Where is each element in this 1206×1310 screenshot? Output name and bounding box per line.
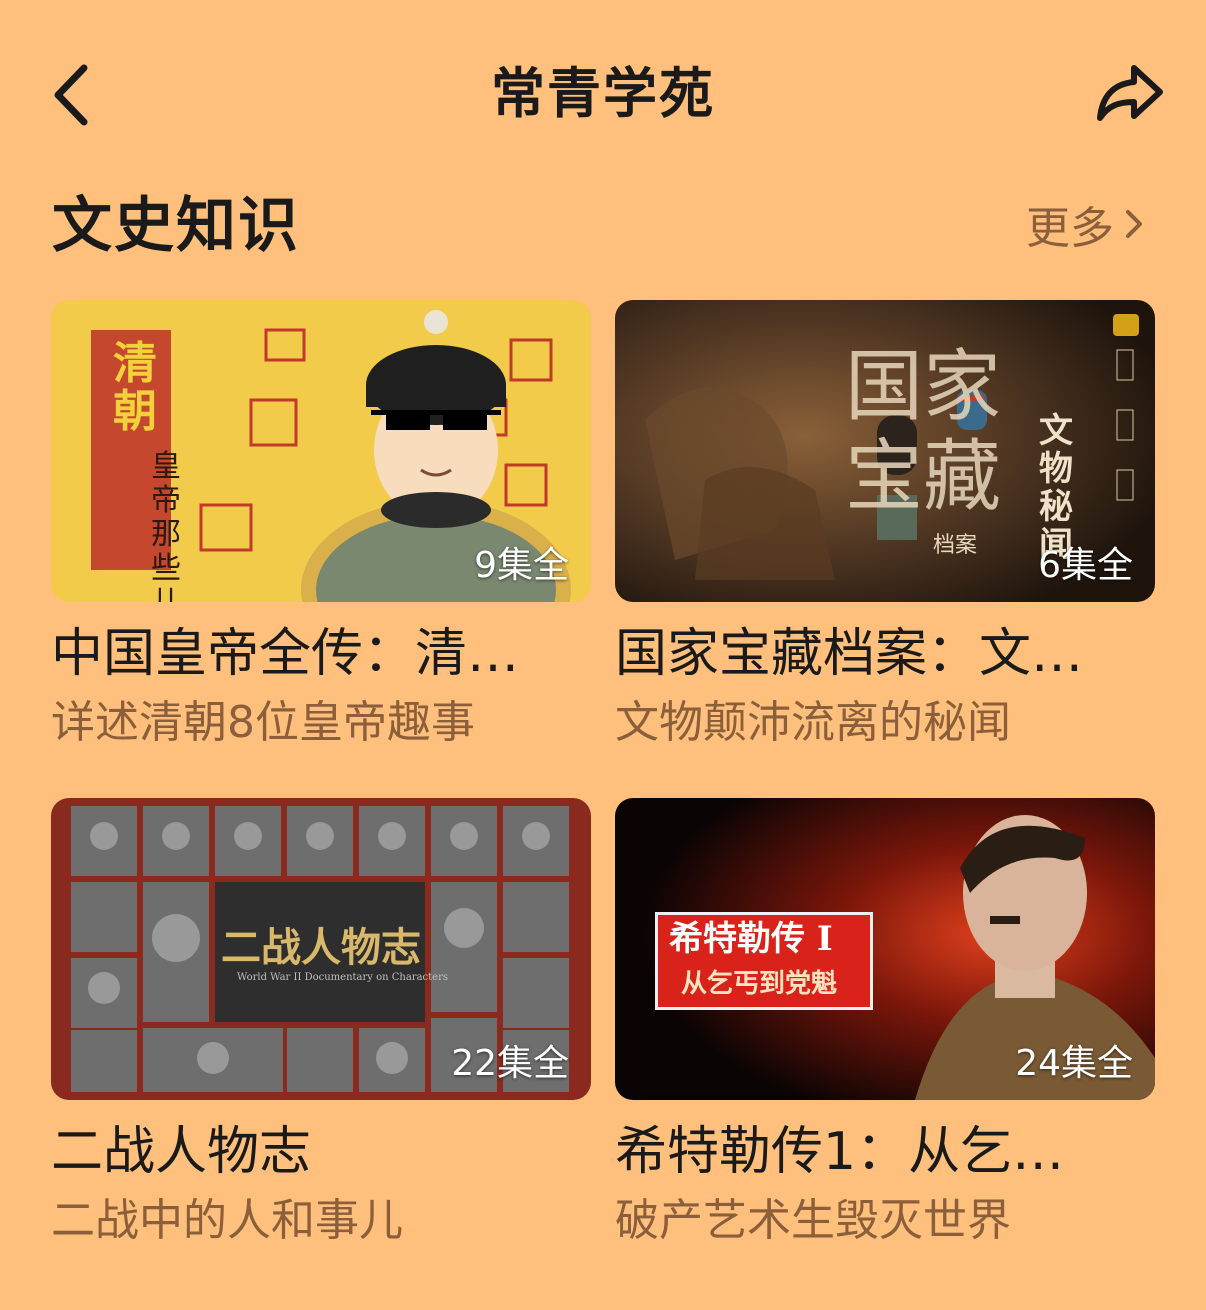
- more-link[interactable]: 更多: [1026, 196, 1146, 254]
- page-title: 常青学苑: [491, 62, 715, 125]
- card-subtitle: 文物颠沛流离的秘闻: [615, 697, 1011, 748]
- card-title[interactable]: 希特勒传1：从乞丐…: [615, 1118, 1115, 1186]
- thumbnail-caption-2: 皇帝那些儿事: [151, 449, 181, 603]
- episode-count-badge: 9集全: [474, 545, 569, 586]
- share-arrow-icon: [1097, 65, 1163, 121]
- card-title[interactable]: 国家宝藏档案：文…: [615, 620, 1115, 688]
- video-card[interactable]: 希特勒传 I 从乞丐到党魁 24集全 希特勒传1：从乞丐… 破产艺术生毁灭世界: [615, 798, 1155, 1250]
- thumbnail-ww2-characters[interactable]: 二战人物志 World War II Documentary on Charac…: [51, 798, 591, 1100]
- video-card[interactable]: 清朝 皇帝那些儿事 9集全 中国皇帝全传：清… 详述清朝8位皇帝趣事: [51, 300, 591, 752]
- episode-count-badge: 22集全: [451, 1043, 569, 1084]
- thumbnail-caption-1: 二战人物志: [221, 924, 421, 971]
- thumbnail-hitler-biography[interactable]: 希特勒传 I 从乞丐到党魁 24集全: [615, 798, 1155, 1100]
- card-subtitle: 二战中的人和事儿: [51, 1195, 403, 1246]
- card-subtitle: 破产艺术生毁灭世界: [615, 1195, 1011, 1246]
- thumbnail-caption-1: 清朝: [113, 338, 157, 437]
- card-title[interactable]: 二战人物志: [51, 1118, 551, 1186]
- video-card[interactable]: 国家宝藏 文物秘闻 档案 6集全 国家宝藏档案：文… 文物颠沛流离的秘闻: [615, 300, 1155, 752]
- section-title: 文史知识: [52, 191, 300, 261]
- share-button[interactable]: [1094, 60, 1168, 126]
- thumbnail-caption-1: 国家宝藏: [845, 342, 1002, 522]
- more-label: 更多: [1026, 203, 1114, 254]
- thumbnail-caption-2: 从乞丐到党魁: [681, 969, 838, 999]
- video-card[interactable]: 二战人物志 World War II Documentary on Charac…: [51, 798, 591, 1250]
- thumbnail-caption-2: World War II Documentary on Characters: [237, 972, 448, 983]
- episode-count-badge: 24集全: [1015, 1043, 1133, 1084]
- card-subtitle: 详述清朝8位皇帝趣事: [51, 697, 475, 748]
- thumbnail-qing-emperors[interactable]: 清朝 皇帝那些儿事 9集全: [51, 300, 591, 602]
- thumbnail-caption-3: 档案: [933, 533, 978, 558]
- thumbnail-caption-1: 希特勒传 I: [669, 919, 833, 959]
- chevron-right-icon: [1126, 210, 1142, 238]
- thumbnail-national-treasures[interactable]: 国家宝藏 文物秘闻 档案 6集全: [615, 300, 1155, 602]
- episode-count-badge: 6集全: [1038, 545, 1133, 586]
- nav-bar: 常青学苑: [0, 0, 1206, 190]
- card-title[interactable]: 中国皇帝全传：清…: [51, 620, 551, 688]
